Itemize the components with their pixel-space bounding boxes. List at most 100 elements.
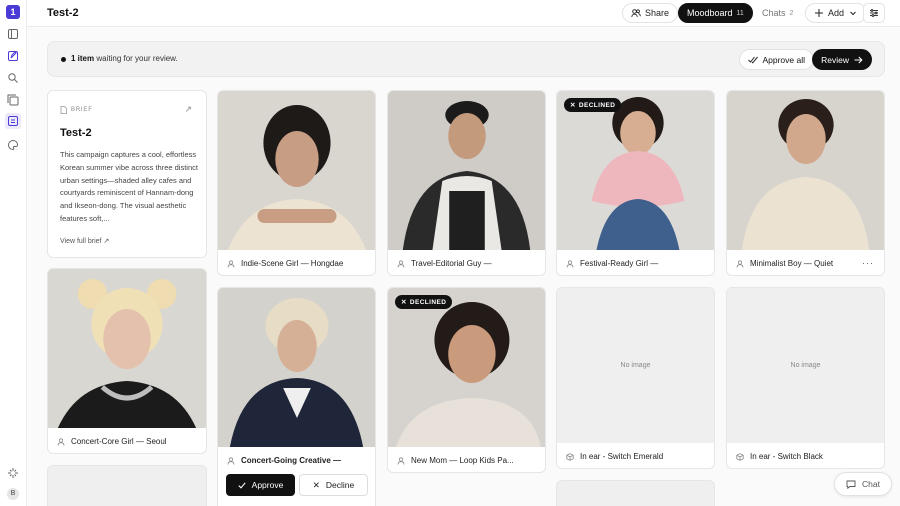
- card-caption: Concert-Going Creative —: [218, 447, 375, 474]
- edit-icon[interactable]: [7, 50, 19, 62]
- no-image-placeholder: No image: [557, 288, 714, 443]
- sparkle-icon[interactable]: [7, 467, 19, 479]
- user-avatar[interactable]: B: [7, 488, 19, 500]
- top-header: Test-2 Share Moodboard 11 Chats 2 Add: [27, 0, 900, 27]
- arrow-right-icon: [854, 56, 863, 63]
- open-brief-icon[interactable]: ↗: [184, 104, 192, 115]
- card-caption: In ear - Switch Emerald: [557, 443, 714, 468]
- person-icon: [227, 259, 235, 268]
- tab-moodboard-count: 11: [736, 9, 744, 17]
- notice-dot: [61, 57, 66, 62]
- person-icon: [57, 437, 65, 446]
- person-icon: [227, 456, 235, 465]
- double-check-icon: [748, 56, 759, 64]
- tab-moodboard-label: Moodboard: [687, 8, 733, 18]
- sliders-icon: [870, 9, 878, 17]
- card-image: [727, 91, 884, 250]
- card-image: [218, 91, 375, 250]
- card-image: [388, 91, 545, 250]
- decline-button[interactable]: ✕ Decline: [299, 474, 368, 496]
- card-image: [48, 269, 206, 428]
- app-root: 1 B Test-2 Share Moodboard 11 Chats 2 Ad…: [0, 0, 900, 506]
- users-icon: [631, 9, 641, 18]
- moodboard-card-under-review[interactable]: Concert-Going Creative — Approve ✕ Decli…: [217, 287, 376, 506]
- brief-description: This campaign captures a cool, effortles…: [60, 150, 198, 223]
- card-caption: In ear - Switch Black: [727, 443, 884, 468]
- no-image-placeholder: No image: [727, 288, 884, 443]
- card-title: In ear - Switch Emerald: [580, 452, 664, 461]
- brief-title: Test-2: [60, 127, 92, 139]
- card-caption: Concert-Core Girl — Seoul: [48, 428, 206, 453]
- x-icon: ✕: [570, 102, 576, 109]
- add-label: Add: [828, 8, 845, 18]
- notice-message: 1 item waiting for your review.: [71, 54, 178, 63]
- moodboard-card[interactable]: Concert-Core Girl — Seoul: [47, 268, 207, 454]
- tab-moodboard[interactable]: Moodboard 11: [678, 3, 753, 23]
- review-button[interactable]: Review: [812, 49, 872, 70]
- notice-count: 1 item: [71, 54, 95, 63]
- card-caption: Minimalist Boy — Quiet ···: [727, 250, 884, 275]
- card-title: Minimalist Boy — Quiet: [750, 259, 834, 268]
- tab-chats-count: 2: [789, 9, 794, 17]
- moodboard-card[interactable]: No image In ear - Switch Emerald: [556, 287, 715, 469]
- approve-all-button[interactable]: Approve all: [739, 49, 814, 70]
- filter-button[interactable]: [863, 3, 885, 23]
- card-image: [388, 288, 545, 447]
- product-box-icon: [566, 452, 574, 461]
- brief-card[interactable]: BRIEF ↗ Test-2 This campaign captures a …: [47, 90, 207, 258]
- card-title: Concert-Core Girl — Seoul: [71, 437, 167, 446]
- moodboard-card[interactable]: Minimalist Boy — Quiet ···: [726, 90, 885, 276]
- chevron-down-icon: [850, 11, 856, 16]
- page-title: Test-2: [47, 7, 79, 19]
- notice-text: waiting for your review.: [96, 54, 178, 63]
- x-icon: ✕: [312, 479, 320, 490]
- card-title: New Mom — Loop Kids Pa...: [411, 456, 514, 465]
- moodboard-card[interactable]: ✕ DECLINED Festival-Ready Girl —: [556, 90, 715, 276]
- palette-icon[interactable]: [7, 139, 19, 151]
- decline-label: Decline: [325, 480, 355, 490]
- check-icon: [238, 481, 246, 489]
- card-image: [557, 91, 714, 250]
- card-caption: Indie-Scene Girl — Hongdae: [218, 250, 375, 275]
- panel-toggle-icon[interactable]: [7, 28, 19, 40]
- card-title: Travel-Editorial Guy —: [411, 259, 492, 268]
- approve-label: Approve: [251, 480, 284, 490]
- review-notice: 1 item waiting for your review. Approve …: [47, 41, 885, 77]
- x-icon: ✕: [401, 299, 407, 306]
- card-caption: Travel-Editorial Guy —: [388, 250, 545, 275]
- person-icon: [736, 259, 744, 268]
- moodboard-card-partial[interactable]: [556, 480, 715, 506]
- brief-label: BRIEF: [60, 106, 93, 114]
- chat-button[interactable]: Chat: [834, 472, 892, 496]
- approve-all-label: Approve all: [762, 54, 805, 65]
- moodboard-card[interactable]: Travel-Editorial Guy —: [387, 90, 546, 276]
- more-options-button[interactable]: ···: [862, 258, 874, 268]
- view-full-brief-link[interactable]: View full brief ↗: [60, 237, 109, 245]
- share-button[interactable]: Share: [622, 3, 679, 23]
- tab-chats-label: Chats: [762, 8, 786, 18]
- moodboard-card[interactable]: ✕ DECLINED New Mom — Loop Kids Pa...: [387, 287, 546, 473]
- add-button[interactable]: Add: [805, 3, 868, 23]
- moodboard-icon[interactable]: [5, 113, 21, 129]
- tab-chats[interactable]: Chats 2: [753, 3, 803, 23]
- plus-icon: [815, 9, 823, 17]
- chat-label: Chat: [862, 479, 880, 489]
- person-icon: [397, 259, 405, 268]
- approve-button[interactable]: Approve: [226, 474, 295, 496]
- moodboard-card[interactable]: No image In ear - Switch Black: [726, 287, 885, 469]
- card-caption: New Mom — Loop Kids Pa...: [388, 447, 545, 472]
- chat-bubble-icon: [846, 480, 856, 489]
- card-title: Concert-Going Creative —: [241, 456, 342, 465]
- person-icon: [397, 456, 405, 465]
- card-title: In ear - Switch Black: [750, 452, 823, 461]
- moodboard-card[interactable]: Indie-Scene Girl — Hongdae: [217, 90, 376, 276]
- gallery-icon[interactable]: [7, 94, 19, 106]
- card-title: Indie-Scene Girl — Hongdae: [241, 259, 344, 268]
- card-image: [218, 288, 375, 447]
- document-icon: [60, 106, 67, 114]
- share-label: Share: [645, 8, 670, 18]
- search-icon[interactable]: [7, 72, 19, 84]
- app-logo[interactable]: 1: [6, 5, 20, 19]
- card-caption: Festival-Ready Girl —: [557, 250, 714, 275]
- moodboard-card-partial[interactable]: [47, 465, 207, 506]
